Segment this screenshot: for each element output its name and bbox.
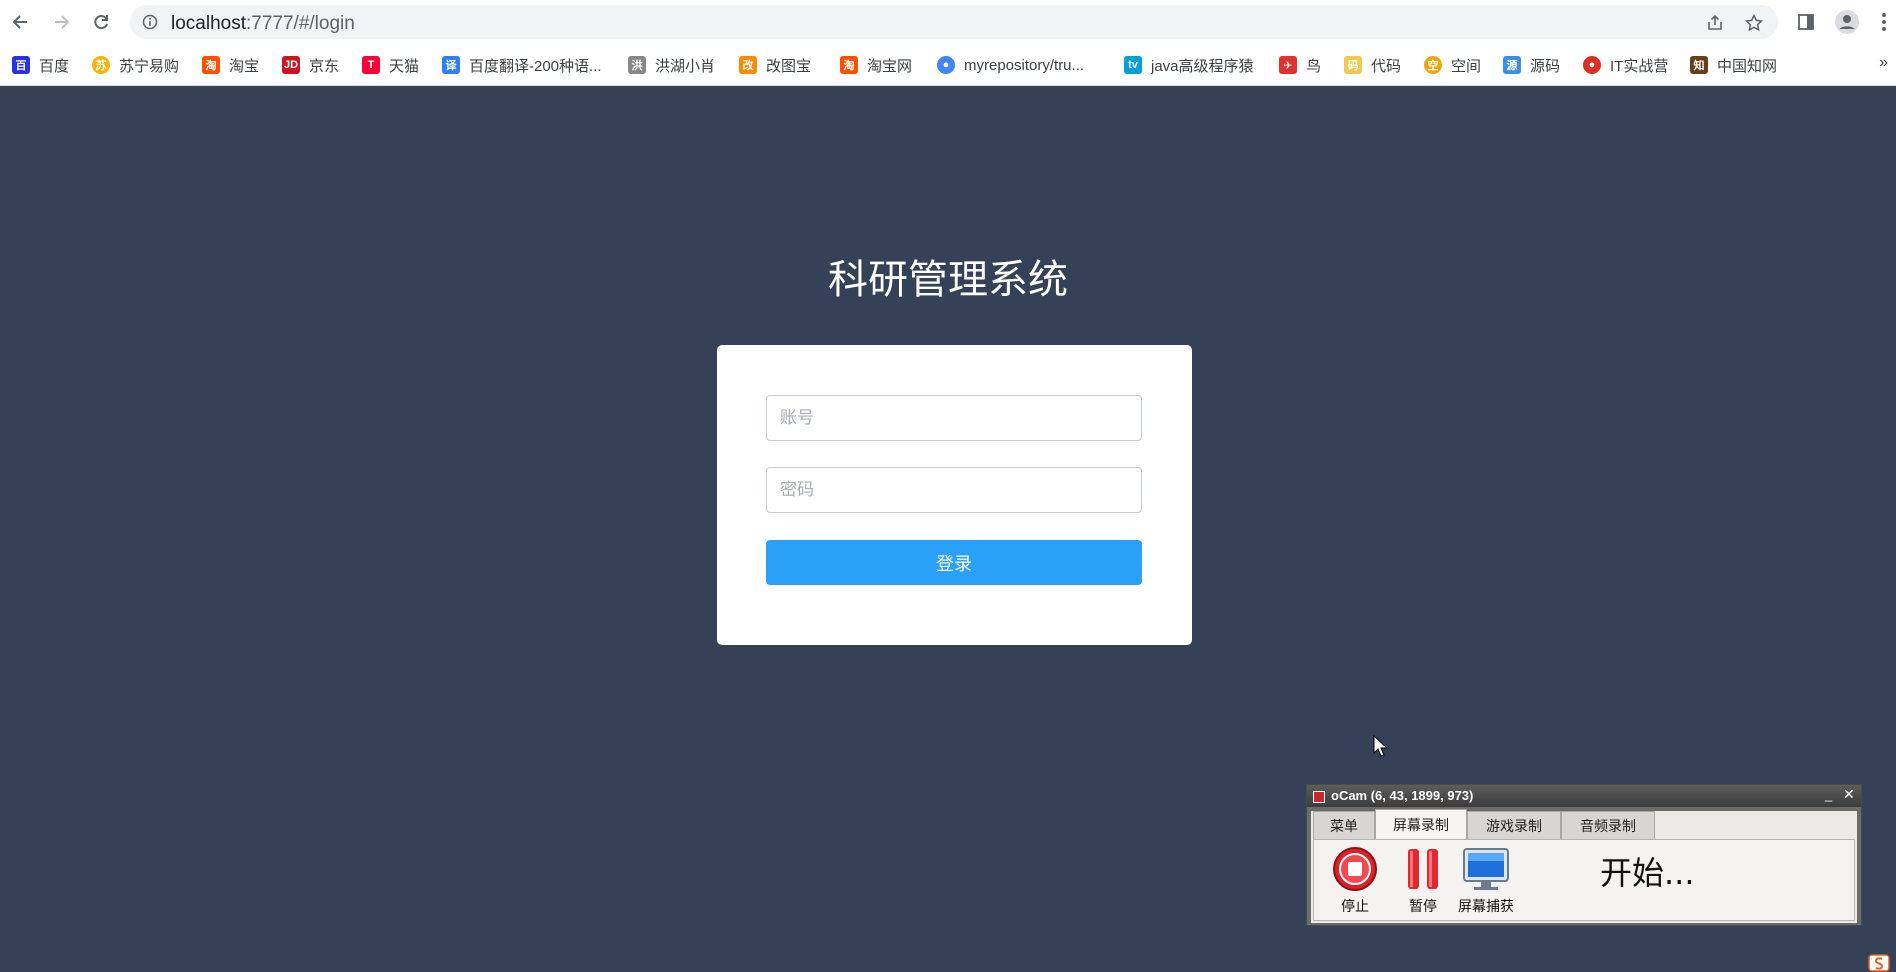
bookmark-label: 代码 [1371, 57, 1402, 75]
chrome-red-icon: ● [1583, 56, 1601, 74]
bookmark-label: 百度翻译-200种语... [469, 57, 602, 75]
bookmark-item[interactable]: 空空间 [1424, 54, 1481, 76]
bookmark-label: 天猫 [389, 57, 420, 75]
login-button[interactable]: 登录 [766, 540, 1142, 585]
bookmark-label: 改图宝 [766, 57, 812, 75]
cnki-icon: 知 [1690, 56, 1708, 74]
bookmark-star-icon[interactable] [1744, 13, 1764, 32]
bookmark-label: 苏宁易购 [119, 57, 180, 75]
bookmark-label: myrepository/tru... [964, 56, 1085, 74]
bookmark-item[interactable]: ● myrepository/tru... [937, 54, 1084, 76]
bookmark-item[interactable]: tv java高级程序猿 [1124, 54, 1254, 76]
hongbu-icon: 洪 [628, 56, 646, 74]
password-input[interactable] [766, 467, 1142, 513]
minimize-icon[interactable]: _ [1825, 787, 1832, 802]
tab-screen-record[interactable]: 屏幕录制 [1375, 809, 1467, 839]
monitor-icon [1463, 848, 1509, 890]
stop-icon [1333, 847, 1377, 891]
back-icon[interactable] [9, 10, 33, 34]
side-panel-icon[interactable] [1794, 10, 1818, 34]
tab-audio-record[interactable]: 音频录制 [1561, 811, 1655, 839]
screen-capture-button[interactable]: 屏幕捕获 [1458, 846, 1514, 916]
ocam-window: oCam (6, 43, 1899, 973) _ ✕ 菜单 屏幕录制 游戏录制… [1306, 784, 1862, 926]
bookmark-label: 洪湖小肖 [655, 57, 716, 75]
url-host: localhost [171, 13, 246, 34]
site-info-icon[interactable] [142, 14, 158, 30]
source-icon: 源 [1503, 56, 1521, 74]
bookmark-item[interactable]: 改改图宝 [739, 54, 811, 76]
tab-game-record[interactable]: 游戏录制 [1467, 811, 1561, 839]
bookmark-label: 中国知网 [1717, 57, 1778, 75]
account-input[interactable] [766, 395, 1142, 441]
code-icon: 码 [1344, 56, 1362, 74]
bookmark-label: 鸟 [1306, 57, 1322, 75]
forward-icon[interactable] [49, 10, 73, 34]
chrome-icon: ● [937, 56, 955, 74]
bookmark-label: 京东 [309, 57, 340, 75]
bookmark-item[interactable]: 洪洪湖小肖 [628, 54, 715, 76]
share-icon[interactable] [1706, 14, 1724, 32]
tab-menu[interactable]: 菜单 [1313, 811, 1375, 839]
jd-icon: JD [282, 56, 300, 74]
profile-avatar-icon[interactable] [1835, 10, 1859, 34]
bookmark-item[interactable]: 淘淘宝 [202, 54, 259, 76]
pause-icon [1408, 849, 1438, 889]
bookmark-label: 淘宝 [229, 57, 260, 75]
bookmark-item[interactable]: 源源码 [1503, 54, 1560, 76]
qzone-icon: 空 [1424, 56, 1442, 74]
url-text[interactable]: localhost:7777/#/login [171, 13, 355, 35]
bookmark-item[interactable]: ● IT实战营 [1583, 54, 1668, 76]
mouse-cursor-icon [1373, 735, 1387, 757]
ocam-toolbar: 停止 暂停 屏幕捕获 开始... [1313, 839, 1855, 921]
stop-button[interactable]: 停止 [1332, 846, 1378, 916]
bookmark-label: 空间 [1451, 57, 1482, 75]
bookmark-label: java高级程序猿 [1151, 57, 1254, 75]
bookmark-item[interactable]: 译百度翻译-200种语... [442, 54, 602, 76]
ocam-app-icon [1313, 791, 1325, 803]
pause-button[interactable]: 暂停 [1400, 846, 1446, 916]
pause-label: 暂停 [1409, 898, 1437, 914]
browser-toolbar: localhost:7777/#/login [0, 0, 1896, 44]
taobao-net-icon: 淘 [840, 56, 858, 74]
login-form: 登录 [717, 345, 1192, 645]
recording-status: 开始... [1600, 854, 1695, 892]
address-bar[interactable]: localhost:7777/#/login [130, 5, 1778, 39]
reload-icon[interactable] [89, 10, 113, 34]
bookmark-item[interactable]: 码代码 [1344, 54, 1401, 76]
bird-icon: ✈ [1279, 56, 1297, 74]
bookmark-item[interactable]: JD 京东 [282, 54, 339, 76]
bookmark-label: 源码 [1530, 57, 1561, 75]
browser-menu-icon[interactable] [1872, 10, 1896, 34]
url-path: :7777/#/login [246, 13, 355, 34]
bookmark-item[interactable]: 知中国知网 [1690, 54, 1777, 76]
bookmark-item[interactable]: 苏苏宁易购 [92, 54, 179, 76]
stop-label: 停止 [1341, 898, 1369, 914]
baidu-translate-icon: 译 [442, 56, 460, 74]
page-title: 科研管理系统 [828, 258, 1068, 302]
bilibili-icon: tv [1124, 56, 1142, 74]
screen-capture-label: 屏幕捕获 [1458, 898, 1514, 914]
bookmark-item[interactable]: 淘淘宝网 [840, 54, 912, 76]
more-bookmarks-icon[interactable]: » [1879, 54, 1888, 72]
suning-icon: 苏 [92, 56, 110, 74]
bookmark-label: 百度 [39, 57, 70, 75]
tmall-icon: T [362, 56, 380, 74]
ocam-title: oCam (6, 43, 1899, 973) [1331, 788, 1474, 803]
gaitubao-icon: 改 [739, 56, 757, 74]
taobao-icon: 淘 [202, 56, 220, 74]
bookmark-item[interactable]: 百百度 [12, 54, 69, 76]
bookmarks-bar: 百百度 苏苏宁易购 淘淘宝 JD 京东 T 天猫 译百度翻译-200种语... 洪洪… [0, 44, 1896, 86]
bookmark-label: 淘宝网 [867, 57, 913, 75]
bookmark-label: IT实战营 [1610, 57, 1669, 75]
bookmark-item[interactable]: ✈ 鸟 [1279, 54, 1321, 76]
sogou-ime-icon[interactable] [1868, 954, 1890, 972]
close-icon[interactable]: ✕ [1843, 786, 1855, 803]
ocam-body: 菜单 屏幕录制 游戏录制 音频录制 停止 暂停 屏幕捕获 开始... [1311, 809, 1857, 923]
ocam-titlebar[interactable]: oCam (6, 43, 1899, 973) _ ✕ [1307, 785, 1861, 807]
baidu-paw-icon: 百 [12, 56, 30, 74]
bookmark-item[interactable]: T 天猫 [362, 54, 419, 76]
